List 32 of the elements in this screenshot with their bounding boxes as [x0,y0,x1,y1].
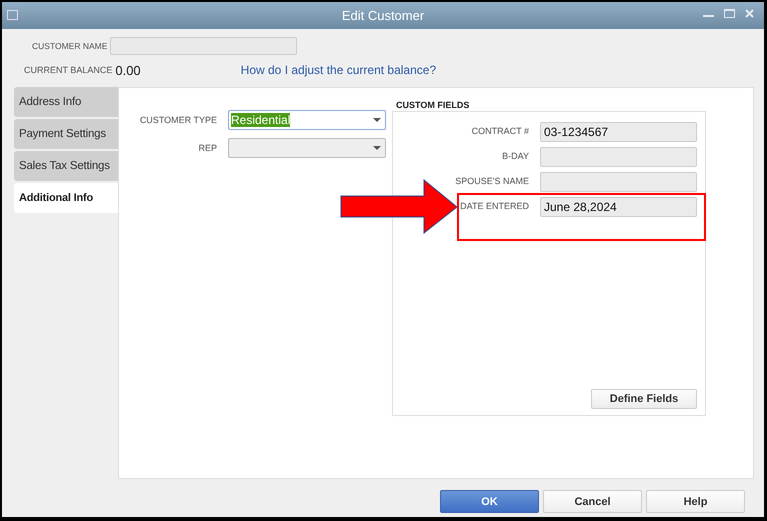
system-menu-icon[interactable] [7,10,18,20]
text-field[interactable]: 03-1234567 [540,122,697,142]
field-label: SPOUSE'S NAME [454,175,529,186]
dropdown-field[interactable]: Residential [228,110,386,130]
sidebar-tab[interactable]: Additional Info [14,183,118,213]
caret-icon [373,118,381,122]
section-title: CUSTOM FIELDS [396,100,470,111]
text-field[interactable] [540,172,697,192]
text-field[interactable]: June 28,2024 [540,197,697,217]
customer-name-field[interactable] [110,37,298,55]
ok-button[interactable]: OK [440,490,539,513]
sidebar-tab[interactable]: Address Info [14,87,118,117]
field-label: B-DAY [501,150,529,161]
sidebar-tab[interactable]: Payment Settings [14,119,118,149]
help-link[interactable]: How do I adjust the current balance? [240,63,436,77]
dialog-button[interactable]: Help [646,490,745,513]
caret-icon [373,146,381,150]
close-icon[interactable] [745,9,754,18]
current-balance-label: CURRENT BALANCE [24,65,112,75]
current-balance-value: 0.00 [115,62,141,78]
customer-name-label: CUSTOMER NAME [32,41,108,51]
field-label: REP [197,143,217,153]
text-field[interactable] [540,147,697,167]
dropdown-field[interactable] [228,138,386,158]
define-fields-button[interactable]: Define Fields [591,389,697,409]
field-label: DATE ENTERED [459,200,529,211]
field-label: CUSTOMER TYPE [138,115,217,125]
dialog-button[interactable]: Cancel [543,490,642,513]
window-title: Edit Customer [342,8,424,23]
field-label: CONTRACT # [470,125,529,136]
sidebar-tab[interactable]: Sales Tax Settings [14,151,118,181]
maximize-icon[interactable] [724,9,735,18]
